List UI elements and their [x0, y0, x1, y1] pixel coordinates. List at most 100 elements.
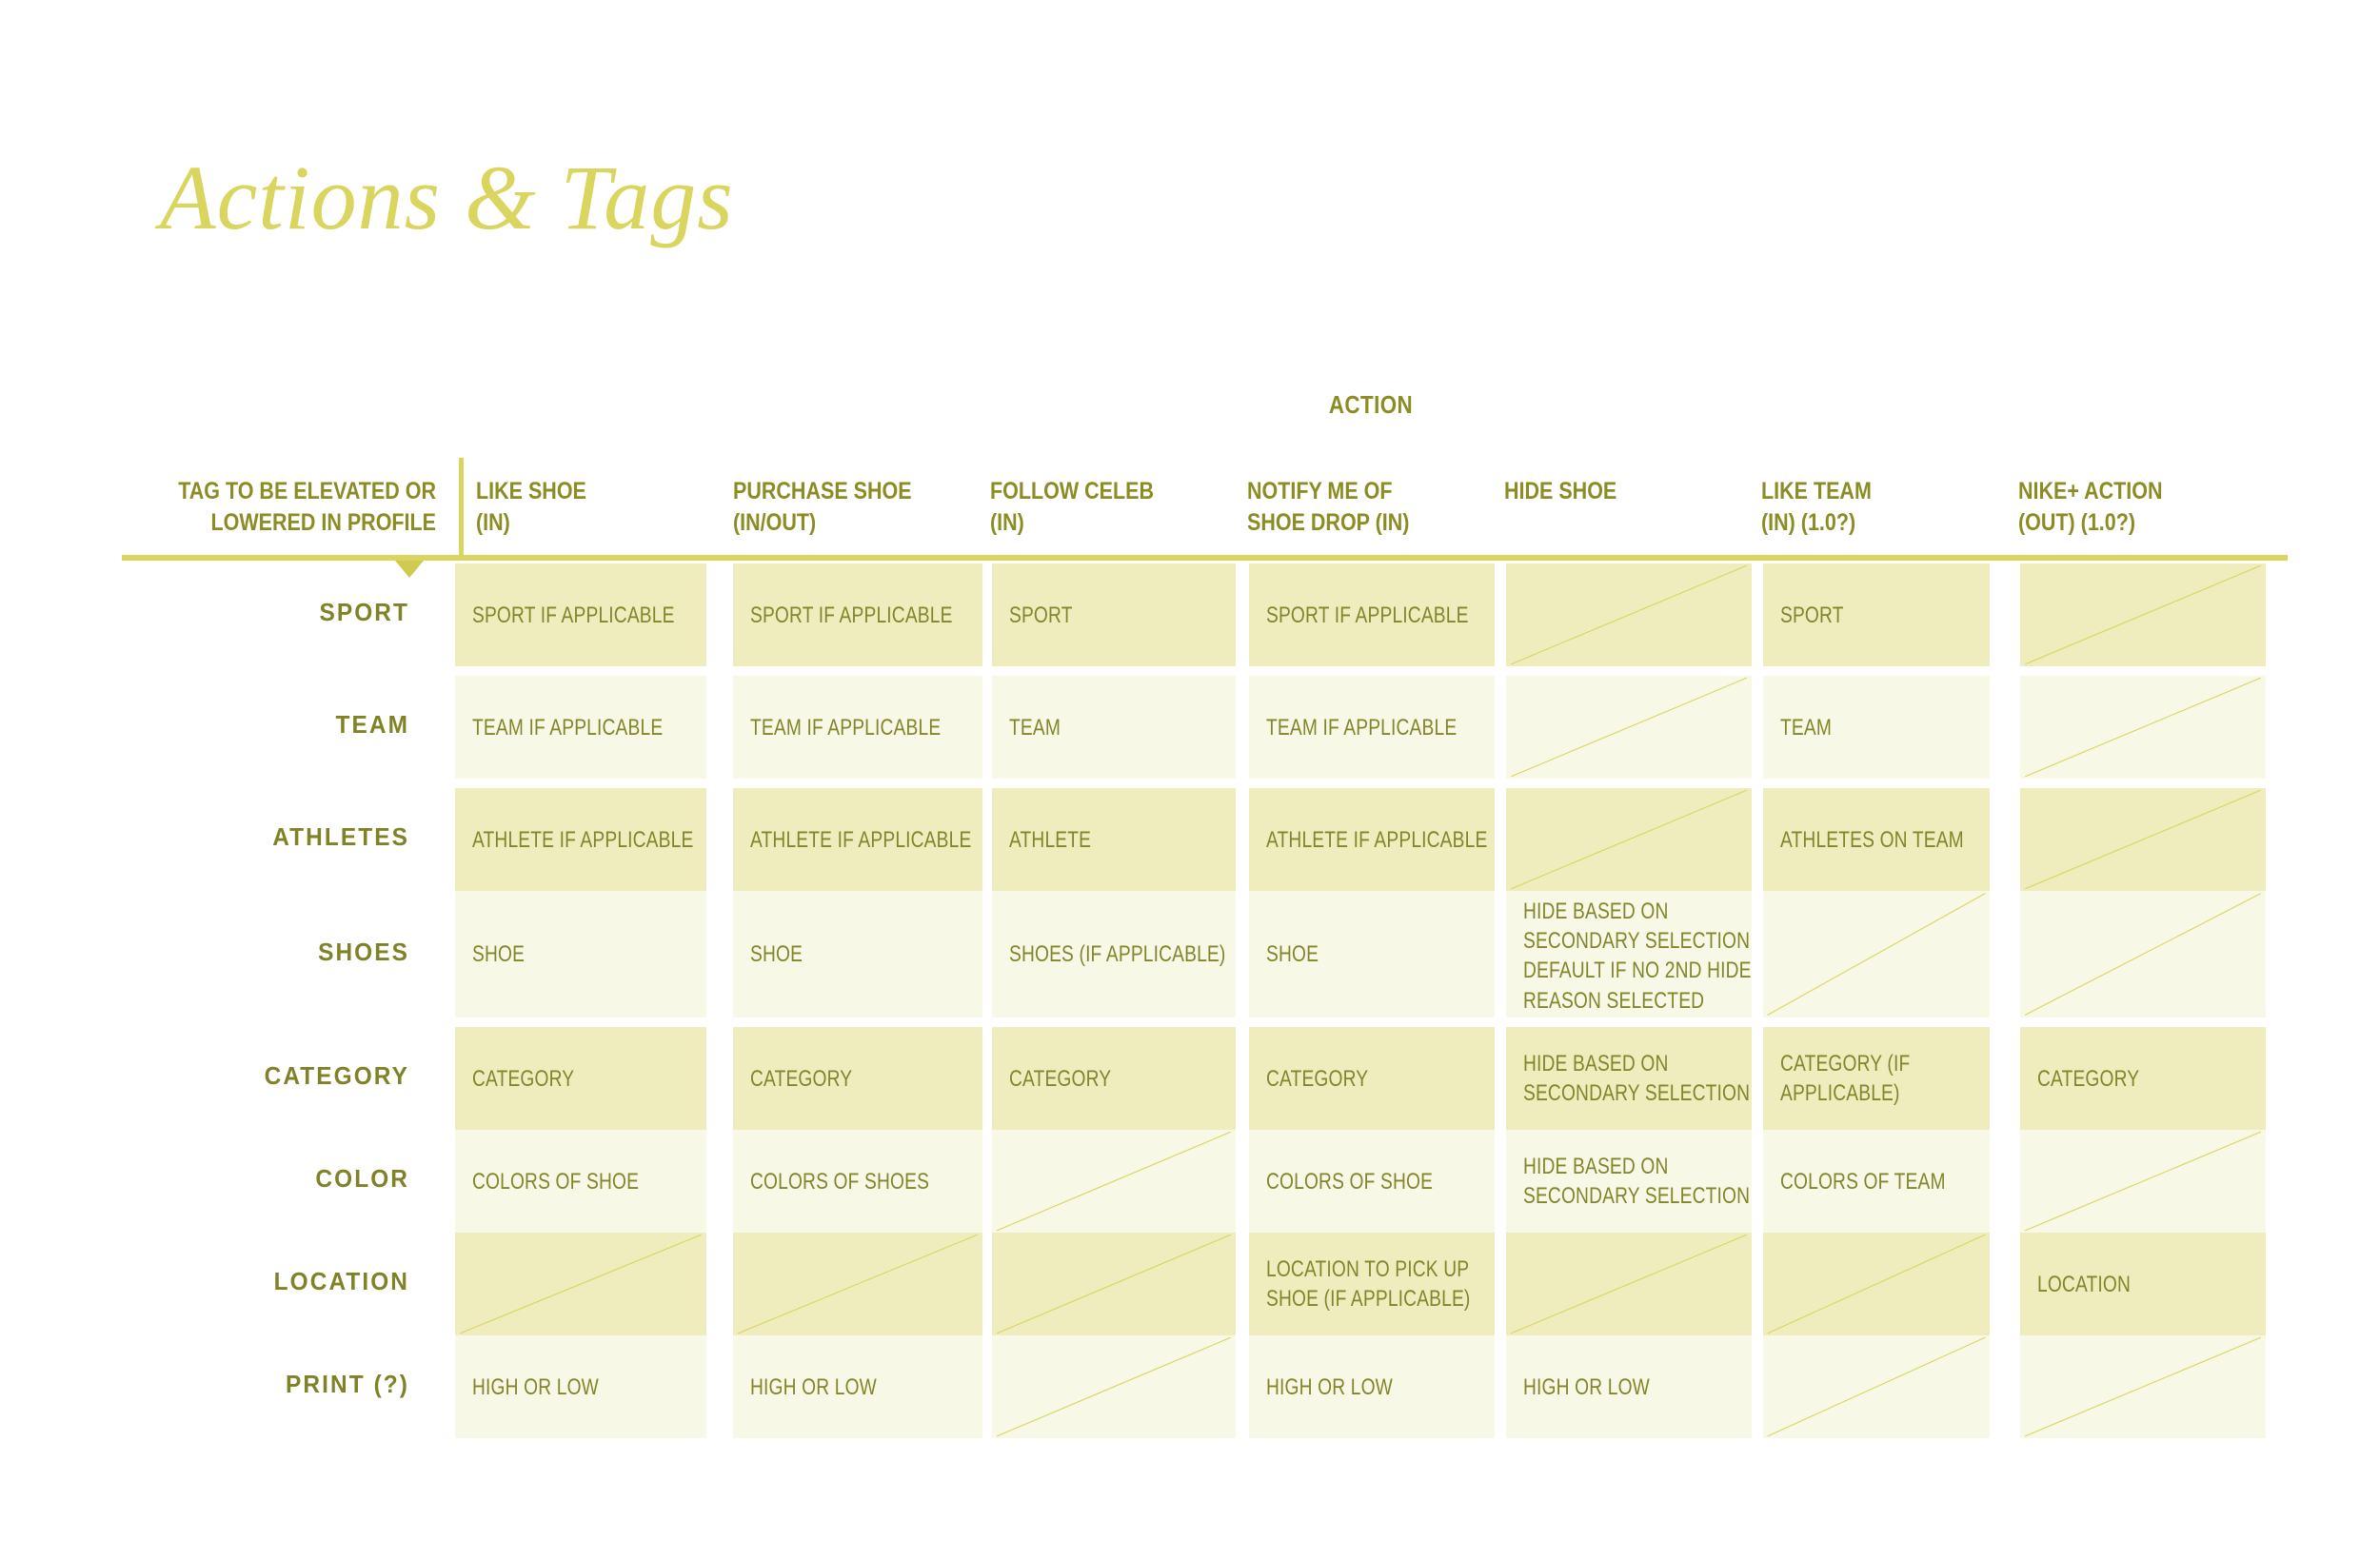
empty-cell-slash-icon — [733, 1233, 982, 1335]
matrix-cell[interactable]: CATEGORY — [992, 1027, 1236, 1130]
cell-text: SPORT IF APPLICABLE — [1266, 602, 1469, 628]
cell-text: CATEGORY — [2037, 1065, 2140, 1092]
matrix-cell[interactable] — [2020, 1335, 2266, 1438]
cell-text: SHOE — [750, 941, 803, 967]
matrix-cell[interactable]: CATEGORY — [733, 1027, 982, 1130]
column-header-4: NOTIFY ME OF SHOE DROP (IN) — [1247, 478, 1410, 536]
matrix-cell[interactable]: ATHLETES ON TEAM — [1763, 788, 1990, 891]
matrix-cell[interactable] — [1763, 891, 1990, 1017]
matrix-cell[interactable]: COLORS OF SHOE — [455, 1130, 706, 1233]
matrix-cell[interactable]: HIGH OR LOW — [455, 1335, 706, 1438]
matrix-cell[interactable] — [992, 1130, 1236, 1233]
matrix-cell[interactable]: TEAM IF APPLICABLE — [455, 676, 706, 779]
empty-cell-slash-icon — [992, 1233, 1236, 1335]
cell-text: CATEGORY — [1266, 1065, 1369, 1092]
matrix-cell[interactable]: SPORT IF APPLICABLE — [1249, 563, 1495, 666]
matrix-cell[interactable]: ATHLETE IF APPLICABLE — [455, 788, 706, 891]
matrix-cell[interactable]: ATHLETE IF APPLICABLE — [733, 788, 982, 891]
matrix-cell[interactable]: SHOE — [1249, 891, 1495, 1017]
cell-text: COLORS OF SHOE — [1266, 1168, 1434, 1195]
cell-text: HIGH OR LOW — [472, 1373, 599, 1400]
matrix-cell[interactable] — [1506, 1233, 1752, 1335]
cell-text: HIGH OR LOW — [750, 1373, 877, 1400]
matrix-cell[interactable]: ATHLETE IF APPLICABLE — [1249, 788, 1495, 891]
matrix-cell[interactable]: SHOE — [455, 891, 706, 1017]
matrix-cell[interactable]: HIGH OR LOW — [1506, 1335, 1752, 1438]
matrix-cell[interactable]: HIGH OR LOW — [1249, 1335, 1495, 1438]
cell-text: TEAM — [1780, 714, 1832, 741]
matrix-cell[interactable]: TEAM IF APPLICABLE — [733, 676, 982, 779]
matrix-cell[interactable]: CATEGORY — [1249, 1027, 1495, 1130]
cell-text: SPORT IF APPLICABLE — [472, 602, 675, 628]
cell-text: TEAM IF APPLICABLE — [1266, 714, 1458, 741]
column-header-6: LIKE TEAM (IN) (1.0?) — [1761, 478, 1872, 536]
matrix-cell[interactable]: LOCATION TO PICK UP SHOE (IF APPLICABLE) — [1249, 1233, 1495, 1335]
matrix-cell[interactable] — [2020, 891, 2266, 1017]
row-label-1: SPORT — [319, 598, 409, 626]
matrix-cell[interactable]: SHOE — [733, 891, 982, 1017]
matrix-cell[interactable]: HIDE BASED ON SECONDARY SELECTION - DEFA… — [1506, 891, 1752, 1017]
matrix-cell[interactable]: COLORS OF TEAM — [1763, 1130, 1990, 1233]
matrix-cell[interactable] — [1506, 788, 1752, 891]
matrix-cell[interactable] — [1763, 1233, 1990, 1335]
matrix-cell[interactable]: SPORT — [992, 563, 1236, 666]
matrix-cell[interactable] — [992, 1233, 1236, 1335]
column-header-2: PURCHASE SHOE (IN/OUT) — [733, 478, 912, 536]
cell-text: CATEGORY — [472, 1065, 575, 1092]
row-label-7: LOCATION — [273, 1267, 409, 1295]
matrix-cell[interactable] — [1506, 676, 1752, 779]
cell-text: SHOE — [472, 941, 526, 967]
matrix-cell[interactable]: CATEGORY — [455, 1027, 706, 1130]
row-header-label: TAG TO BE ELEVATED OR LOWERED IN PROFILE — [178, 478, 436, 536]
cell-text: SHOE — [1266, 941, 1319, 967]
matrix-cell[interactable] — [2020, 563, 2266, 666]
matrix-cell[interactable] — [992, 1335, 1236, 1438]
matrix-cell[interactable] — [1763, 1335, 1990, 1438]
matrix-cell[interactable]: TEAM — [1763, 676, 1990, 779]
matrix-cell[interactable]: CATEGORY (IF APPLICABLE) — [1763, 1027, 1990, 1130]
row-label-2: TEAM — [335, 710, 409, 739]
matrix-cell[interactable]: COLORS OF SHOE — [1249, 1130, 1495, 1233]
matrix-cell[interactable] — [1506, 563, 1752, 666]
header-divider — [459, 458, 464, 559]
cell-text: TEAM IF APPLICABLE — [750, 714, 942, 741]
cell-text: COLORS OF SHOES — [750, 1168, 930, 1195]
column-header-3: FOLLOW CELEB (IN) — [990, 478, 1154, 536]
matrix-cell[interactable] — [2020, 676, 2266, 779]
empty-cell-slash-icon — [2020, 1335, 2266, 1438]
matrix-cell[interactable]: TEAM IF APPLICABLE — [1249, 676, 1495, 779]
matrix-cell[interactable]: TEAM — [992, 676, 1236, 779]
matrix-cell[interactable]: COLORS OF SHOES — [733, 1130, 982, 1233]
matrix-cell[interactable] — [455, 1233, 706, 1335]
matrix-cell[interactable]: SPORT IF APPLICABLE — [733, 563, 982, 666]
matrix-cell[interactable]: HIDE BASED ON SECONDARY SELECTION — [1506, 1027, 1752, 1130]
matrix-cell[interactable]: CATEGORY — [2020, 1027, 2266, 1130]
matrix-cell[interactable]: SHOES (IF APPLICABLE) — [992, 891, 1236, 1017]
action-group-label: ACTION — [1328, 390, 1414, 419]
poster-canvas: Actions & Tags ACTION TAG TO BE ELEVATED… — [0, 0, 2380, 1541]
matrix-cell[interactable]: HIDE BASED ON SECONDARY SELECTION — [1506, 1130, 1752, 1233]
empty-cell-slash-icon — [2020, 1130, 2266, 1233]
matrix-cell[interactable]: LOCATION — [2020, 1233, 2266, 1335]
cell-text: TEAM IF APPLICABLE — [472, 714, 664, 741]
empty-cell-slash-icon — [992, 1335, 1236, 1438]
matrix-cell[interactable]: SPORT — [1763, 563, 1990, 666]
cell-text: COLORS OF SHOE — [472, 1168, 640, 1195]
matrix-cell[interactable] — [733, 1233, 982, 1335]
matrix-cell[interactable] — [2020, 1130, 2266, 1233]
cell-text: SHOES (IF APPLICABLE) — [1009, 941, 1226, 967]
triangle-pointer-icon — [395, 561, 424, 578]
cell-text: LOCATION — [2037, 1271, 2132, 1297]
matrix-cell[interactable]: ATHLETE — [992, 788, 1236, 891]
empty-cell-slash-icon — [1506, 676, 1752, 779]
empty-cell-slash-icon — [2020, 676, 2266, 779]
empty-cell-slash-icon — [1506, 788, 1752, 891]
matrix-cell[interactable]: SPORT IF APPLICABLE — [455, 563, 706, 666]
matrix-cell[interactable] — [2020, 788, 2266, 891]
cell-text: ATHLETE IF APPLICABLE — [472, 826, 694, 853]
row-label-3: ATHLETES — [272, 822, 409, 851]
matrix-cell[interactable]: HIGH OR LOW — [733, 1335, 982, 1438]
cell-text: HIGH OR LOW — [1266, 1373, 1393, 1400]
empty-cell-slash-icon — [992, 1130, 1236, 1233]
cell-text: CATEGORY — [1009, 1065, 1112, 1092]
